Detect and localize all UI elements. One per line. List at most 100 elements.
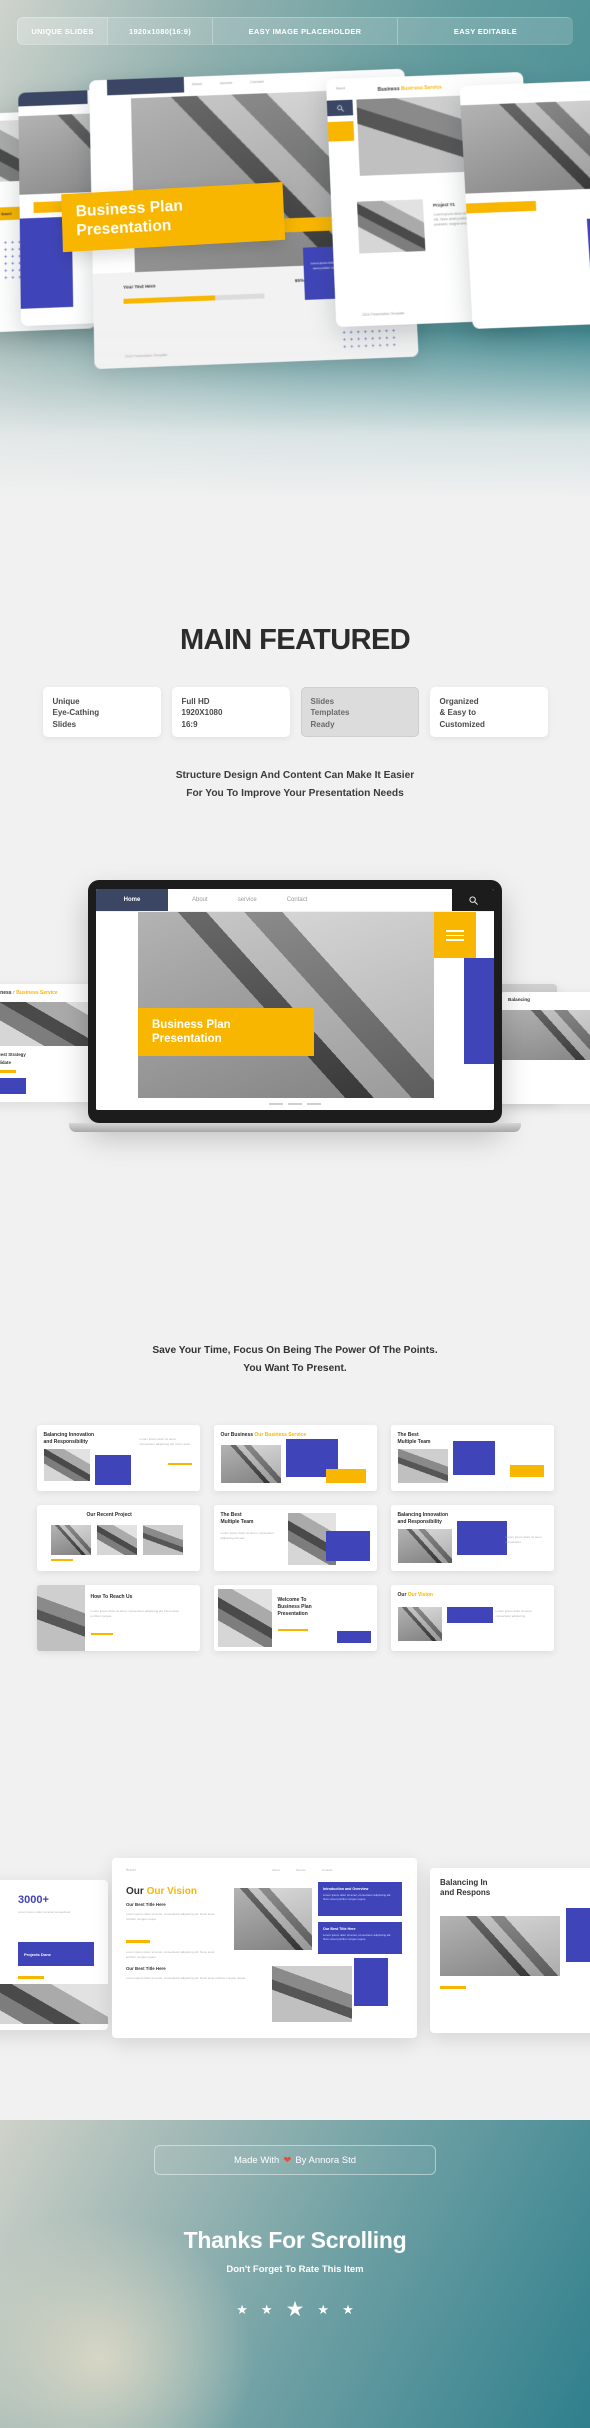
wide-left-sub: Lorem ipsum dolor sit amet consectetur [18, 1910, 71, 1914]
wide-slide-left: 3000+ Lorem ipsum dolor sit amet consect… [0, 1880, 108, 2030]
feature-card-fullhd[interactable]: Full HD 1920X1080 16:9 [171, 687, 290, 737]
made-with-suffix: By Annora Std [295, 2154, 357, 2166]
search-icon[interactable] [452, 889, 494, 911]
nav-link-contact[interactable]: Contact [287, 897, 308, 903]
wide-center-photo [234, 1888, 312, 1950]
grid-heading: Save Your Time, Focus On Being The Power… [0, 1330, 590, 1377]
grid-heading-line1: Save Your Time, Focus On Being The Power… [152, 1345, 438, 1356]
thanks-title: Thanks For Scrolling [183, 2227, 407, 2253]
star-4[interactable]: ★ [317, 2303, 329, 2316]
grid-slide-8[interactable]: Welcome To Business Plan Presentation [213, 1585, 377, 1652]
tab-easy-editable[interactable]: EASY EDITABLE [397, 17, 573, 45]
star-5[interactable]: ★ [342, 2303, 354, 2316]
nav-link-service[interactable]: service [238, 897, 257, 903]
wide-center-photo-2 [272, 1966, 352, 2022]
wide-center-badge-1-body: Lorem ipsum dolor sit amet, consectetur … [323, 1893, 392, 1902]
grid-slide-blue [452, 1441, 495, 1476]
slide-thumbnail-grid: Balancing Innovation and Responsibility … [0, 1425, 590, 1652]
grid-slide-9[interactable]: Our Our Vision Lorem ipsum dolor sit ame… [390, 1585, 554, 1652]
feature-card-text: Unique Eye-Cathing Slides [52, 697, 100, 729]
wide-left-photo [0, 1984, 108, 2024]
grid-slide-photo [397, 1607, 442, 1642]
grid-slide-yellow [325, 1469, 366, 1484]
footer-section: Made With ❤ By Annora Std Thanks For Scr… [0, 2120, 590, 2428]
grid-slide-accent [277, 1629, 308, 1632]
wide-right-photo [440, 1916, 560, 1976]
grid-slide-4[interactable]: Our Recent Project [36, 1505, 200, 1572]
wide-left-accent [18, 1976, 44, 1979]
slide-nav-home [106, 76, 185, 96]
laptop-title-line1: Business Plan [152, 1018, 231, 1031]
grid-slide-blue [336, 1631, 371, 1644]
grid-slide-text: Lorem ipsum dolor sit amet consectetur a… [495, 1609, 532, 1618]
feature-card-text: Full HD 1920X1080 16:9 [181, 697, 223, 729]
made-with-pill[interactable]: Made With ❤ By Annora Std [154, 2145, 436, 2175]
grid-slide-text: Lorem ipsum dolor sit amet, consectetur … [139, 1437, 191, 1446]
grid-slide-yellow [509, 1465, 544, 1478]
grid-slide-6[interactable]: Balancing Innovation and Responsibility … [390, 1505, 554, 1572]
slide-navy-bar [18, 90, 88, 107]
slide-photo-2 [357, 199, 426, 254]
tab-image-placeholder[interactable]: EASY IMAGE PLACEHOLDER [212, 17, 397, 45]
grid-slide-title: Balancing Innovation and Responsibility [397, 1512, 449, 1525]
slide-footnote: 2024 Presentation Template [361, 311, 405, 317]
featured-subtitle-line2: For You To Improve Your Presentation Nee… [186, 787, 404, 799]
laptop-body: Home About service Contact Business Plan… [88, 880, 502, 1123]
hero-slide-e [459, 79, 590, 329]
slide-title: Business Business Service [377, 84, 442, 93]
grid-slide-title: How To Reach Us [90, 1594, 133, 1601]
tab-unique-slides[interactable]: UNIQUE SLIDES [17, 17, 107, 45]
laptop-bottom-bar [96, 1098, 494, 1110]
hamburger-bars [446, 930, 464, 944]
star-2[interactable]: ★ [261, 2303, 273, 2316]
search-button[interactable] [326, 99, 354, 117]
progress-label: Your Text Here [123, 283, 156, 290]
bg-slide-extra: a Candidate [0, 1060, 11, 1065]
nav-link-about[interactable]: About [192, 897, 208, 903]
grid-slide-1[interactable]: Balancing Innovation and Responsibility … [36, 1425, 200, 1492]
nav-home-button[interactable]: Home [96, 889, 168, 911]
grid-slide-photo-2 [96, 1525, 137, 1556]
tab-resolution[interactable]: 1920x1080(16:9) [107, 17, 212, 45]
wide-center-title: Our Our Vision [126, 1886, 197, 1897]
feature-card-unique[interactable]: Unique Eye-Cathing Slides [42, 687, 161, 737]
grid-slide-blue [94, 1455, 131, 1486]
hamburger-icon[interactable] [434, 912, 476, 958]
project-title: Project #1 [432, 201, 456, 208]
wide-center-badge-2-body: Lorem ipsum dolor sit amet, consectetur … [323, 1933, 392, 1942]
feature-card-organized[interactable]: Organized & Easy to Customized [429, 687, 548, 737]
wide-right-title-line1: Balancing In [440, 1878, 488, 1887]
feature-tab-bar[interactable]: UNIQUE SLIDES 1920x1080(16:9) EASY IMAGE… [17, 17, 573, 45]
wide-right-title-line2: and Respons [440, 1888, 491, 1898]
feature-card-text: Organized & Easy to Customized [439, 697, 485, 729]
progress-value: 65% [294, 277, 305, 284]
grid-slide-accent [167, 1463, 192, 1466]
grid-slide-photo [220, 1445, 281, 1484]
grid-slide-3[interactable]: The Best Multiple Team [390, 1425, 554, 1492]
wide-left-note-card: Projects Done [18, 1942, 94, 1966]
wide-center-footer-body: Lorem ipsum dolor sit amet, consectetur … [126, 1976, 247, 1980]
grid-slide-blue [446, 1607, 493, 1624]
grid-slide-7[interactable]: How To Reach Us Lorem ipsum dolor sit am… [36, 1585, 200, 1652]
bg-slide-accent [0, 1070, 16, 1073]
wide-center-body-2: Lorem ipsum dolor sit amet, consectetur … [126, 1950, 215, 1959]
bg-slide-title: Balancing [508, 997, 530, 1002]
grid-slide-title: Balancing Innovation and Responsibility [43, 1432, 95, 1445]
laptop-showcase-section: r Business r Business Service s the Best… [0, 860, 590, 1330]
star-3[interactable]: ★ [286, 2299, 305, 2320]
grid-slide-title: The Best Multiple Team [220, 1512, 254, 1525]
feature-card-templates[interactable]: Slides Templates Ready [300, 687, 419, 737]
wide-center-subtitle: Our Best Title Here [126, 1902, 166, 1907]
featured-subtitle: Structure Design And Content Can Make It… [0, 767, 590, 803]
menu-button[interactable] [327, 121, 355, 142]
left-white-strip [96, 912, 138, 1110]
rating-stars[interactable]: ★ ★ ★ ★ ★ [0, 2299, 590, 2320]
star-1[interactable]: ★ [236, 2303, 248, 2316]
grid-slide-blue [325, 1531, 370, 1562]
nav-links[interactable]: About service Contact [168, 889, 452, 911]
grid-slide-blue [456, 1521, 507, 1556]
grid-slide-photo [50, 1525, 91, 1556]
grid-slide-5[interactable]: The Best Multiple Team Lorem ipsum dolor… [213, 1505, 377, 1572]
grid-slide-2[interactable]: Our Business Our Business Service [213, 1425, 377, 1492]
wide-right-blue [566, 1908, 590, 1962]
